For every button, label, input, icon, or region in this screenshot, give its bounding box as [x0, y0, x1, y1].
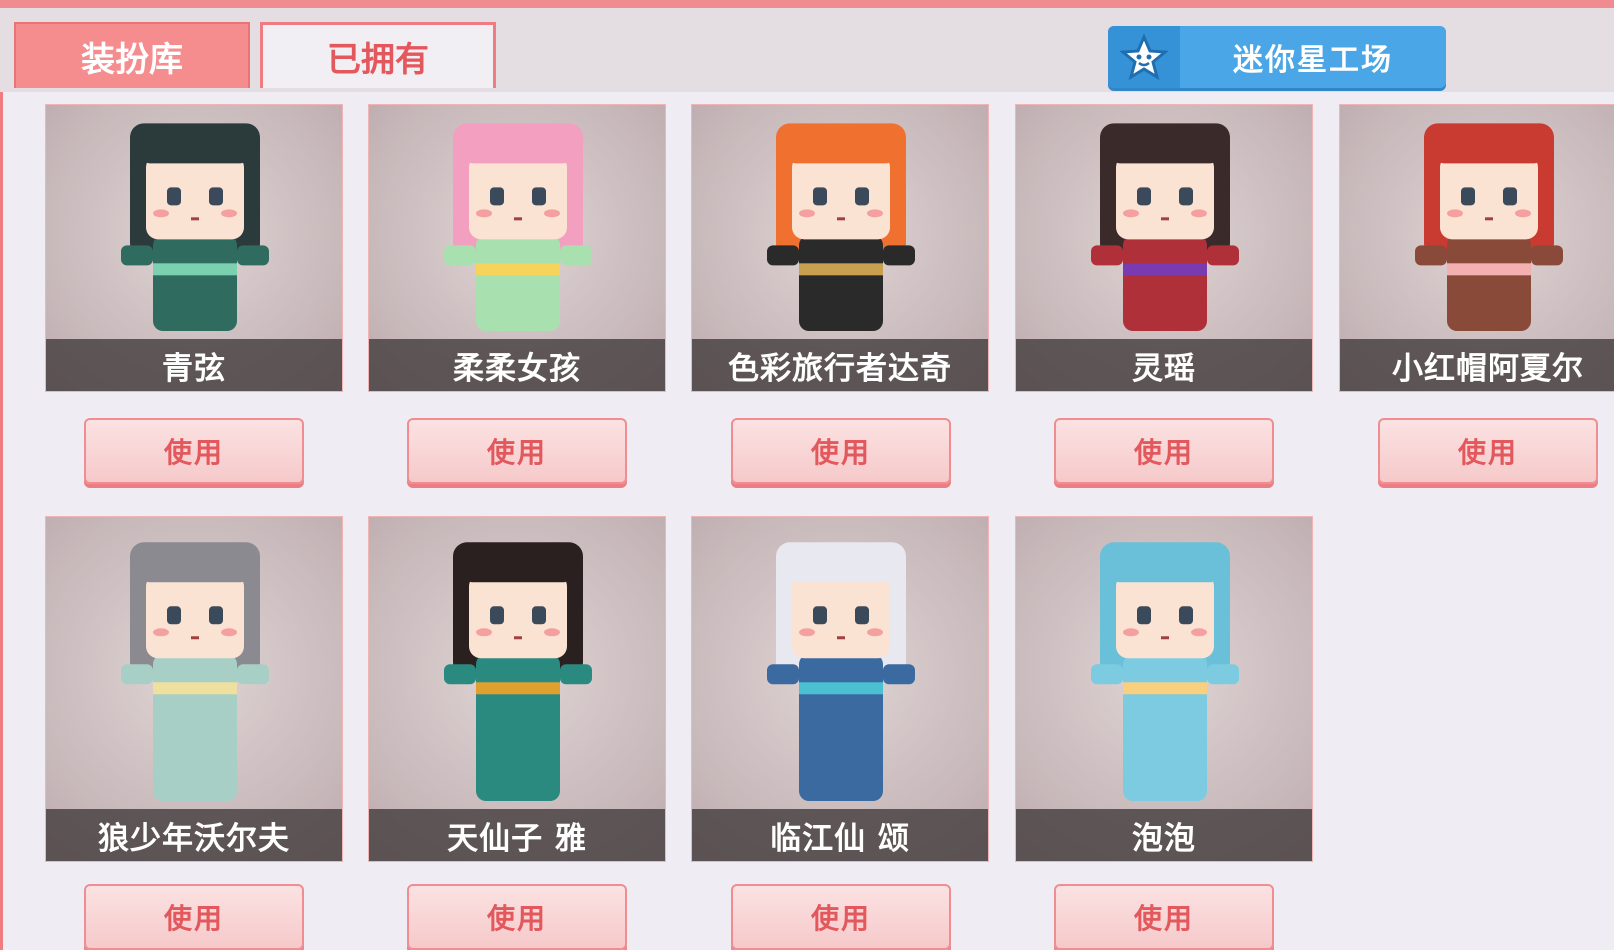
use-button[interactable]: 使用: [84, 418, 304, 484]
skin-card[interactable]: 灵瑶: [1015, 104, 1313, 392]
use-button[interactable]: 使用: [1054, 884, 1274, 950]
skin-card[interactable]: 色彩旅行者达奇: [691, 104, 989, 392]
use-button[interactable]: 使用: [731, 884, 951, 950]
mini-star-workshop-button[interactable]: 迷你星工场: [1108, 26, 1446, 88]
tab-wardrobe[interactable]: 装扮库: [14, 22, 250, 88]
skin-card[interactable]: 天仙子 雅: [368, 516, 666, 862]
header-bar: 装扮库 已拥有 迷你星工场: [0, 8, 1614, 98]
skin-avatar-image: [121, 542, 269, 801]
skin-card[interactable]: 泡泡: [1015, 516, 1313, 862]
skin-name: 狼少年沃尔夫: [46, 809, 342, 861]
skin-avatar-image: [767, 123, 915, 331]
skin-avatar-image: [1415, 123, 1563, 331]
use-button[interactable]: 使用: [1054, 418, 1274, 484]
skin-card[interactable]: 狼少年沃尔夫: [45, 516, 343, 862]
top-accent-line: [0, 0, 1614, 8]
skin-card[interactable]: 小红帽阿夏尔: [1339, 104, 1614, 392]
skin-avatar-image: [444, 123, 592, 331]
use-button[interactable]: 使用: [407, 418, 627, 484]
use-button[interactable]: 使用: [1378, 418, 1598, 484]
use-button[interactable]: 使用: [84, 884, 304, 950]
skin-card[interactable]: 临江仙 颂: [691, 516, 989, 862]
skin-name: 灵瑶: [1016, 339, 1312, 391]
star-icon: [1108, 26, 1180, 88]
workshop-label: 迷你星工场: [1233, 43, 1393, 78]
skin-name: 柔柔女孩: [369, 339, 665, 391]
skin-avatar-image: [767, 542, 915, 801]
skin-avatar-image: [1091, 542, 1239, 801]
skin-name: 泡泡: [1016, 809, 1312, 861]
skin-name: 青弦: [46, 339, 342, 391]
owned-skins-panel: 青弦 柔柔女孩 色彩旅行者达奇 灵瑶 小红帽阿夏尔 使用 使用 使用 使用 使用…: [0, 92, 1614, 950]
skin-avatar-image: [444, 542, 592, 801]
skin-name: 小红帽阿夏尔: [1340, 339, 1614, 391]
skin-avatar-image: [121, 123, 269, 331]
tab-owned[interactable]: 已拥有: [260, 22, 496, 88]
skin-card[interactable]: 柔柔女孩: [368, 104, 666, 392]
skin-name: 色彩旅行者达奇: [692, 339, 988, 391]
skin-name: 临江仙 颂: [692, 809, 988, 861]
use-button[interactable]: 使用: [407, 884, 627, 950]
skin-name: 天仙子 雅: [369, 809, 665, 861]
use-button[interactable]: 使用: [731, 418, 951, 484]
skin-card[interactable]: 青弦: [45, 104, 343, 392]
skin-avatar-image: [1091, 123, 1239, 331]
